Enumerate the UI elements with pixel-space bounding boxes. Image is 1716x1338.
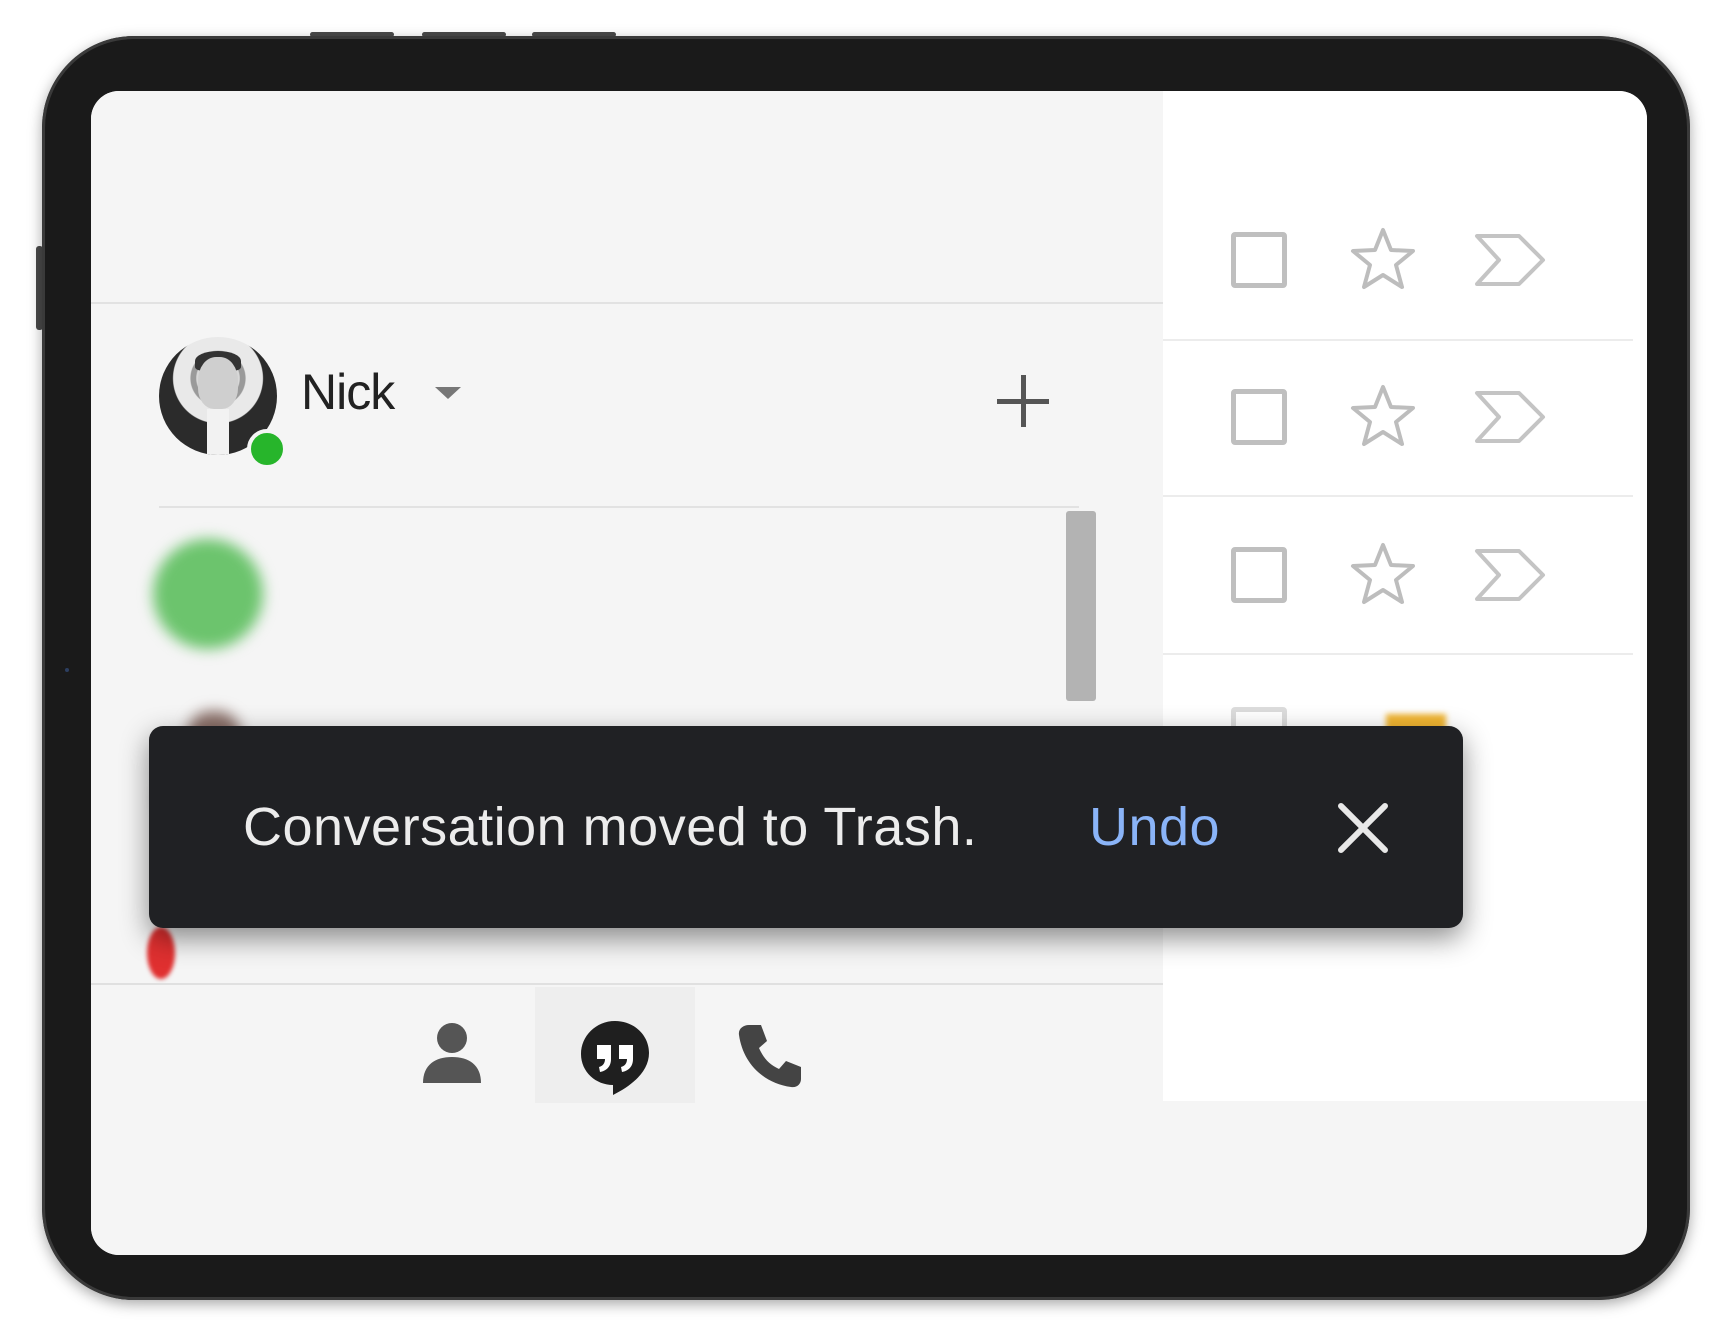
conversation-list-scrollbar[interactable] <box>1066 511 1096 701</box>
divider <box>91 983 1163 985</box>
phone-icon[interactable] <box>735 1021 805 1091</box>
star-icon[interactable] <box>1349 383 1417 449</box>
avatar-shirt <box>207 409 229 455</box>
divider <box>91 302 1163 304</box>
snackbar: Conversation moved to Trash. Undo <box>149 726 1463 928</box>
camera-dot <box>65 668 69 672</box>
star-icon[interactable] <box>1349 541 1417 607</box>
star-icon[interactable] <box>1349 226 1417 292</box>
hangouts-icon[interactable] <box>579 1019 651 1095</box>
label-icon[interactable] <box>1473 387 1547 447</box>
conversation-avatar <box>153 539 263 649</box>
checkbox-icon[interactable] <box>1231 232 1287 288</box>
snackbar-message: Conversation moved to Trash. <box>243 797 978 857</box>
undo-button[interactable]: Undo <box>1089 796 1220 858</box>
checkbox-icon[interactable] <box>1231 389 1287 445</box>
label-icon[interactable] <box>1473 230 1547 290</box>
divider <box>1163 653 1633 655</box>
account-dropdown-caret-icon[interactable] <box>435 387 461 399</box>
online-status-indicator <box>247 429 287 469</box>
red-badge-icon <box>147 927 175 979</box>
divider <box>1163 339 1633 341</box>
divider <box>159 506 1079 508</box>
account-name[interactable]: Nick <box>301 363 395 421</box>
divider <box>1163 495 1633 497</box>
label-icon[interactable] <box>1473 545 1547 605</box>
tablet-screen: Nick <box>91 91 1647 1255</box>
person-icon[interactable] <box>421 1021 483 1085</box>
checkbox-icon[interactable] <box>1231 547 1287 603</box>
new-conversation-plus-icon[interactable] <box>997 375 1049 427</box>
close-icon[interactable] <box>1335 800 1391 856</box>
avatar-face <box>198 357 238 409</box>
hangouts-panel: Nick <box>91 91 1163 1255</box>
